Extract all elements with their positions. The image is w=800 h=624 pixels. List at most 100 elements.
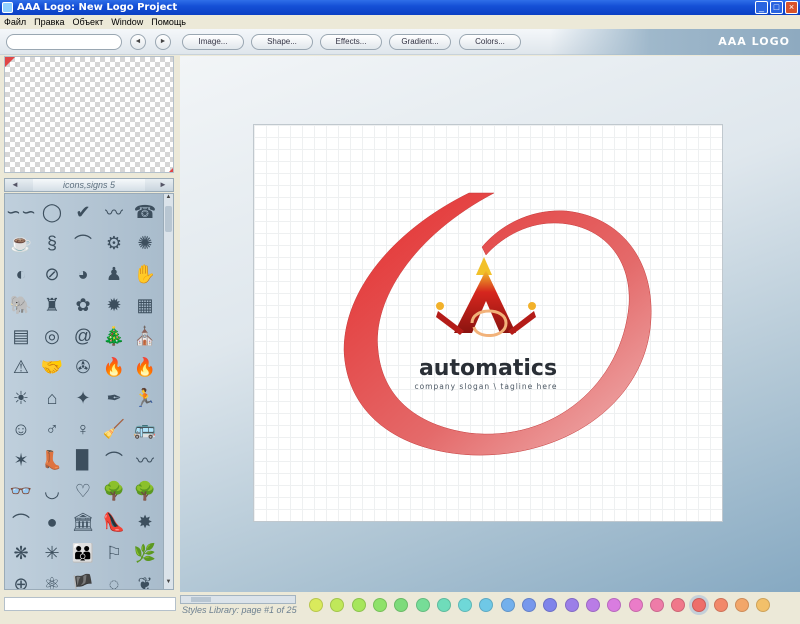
color-swatch[interactable] [479, 598, 494, 612]
menu-window[interactable]: Window [111, 17, 143, 27]
color-swatch[interactable] [628, 598, 643, 612]
color-swatch[interactable] [500, 598, 515, 612]
styles-scrollbar[interactable] [180, 595, 296, 604]
menu-object[interactable]: Объект [73, 17, 104, 27]
library-icon[interactable]: 🌿 [129, 537, 161, 569]
scroll-up-icon[interactable]: ▲ [164, 194, 173, 204]
library-icon[interactable]: ✔ [67, 196, 99, 228]
effects-button[interactable]: Effects... [320, 34, 382, 50]
library-icon[interactable]: ✸ [129, 506, 161, 538]
gradient-button[interactable]: Gradient... [389, 34, 451, 50]
library-icon[interactable]: 🏛 [67, 506, 99, 538]
library-icon[interactable]: ☀ [5, 382, 37, 414]
library-icon[interactable]: ◎ [36, 320, 68, 352]
color-swatch[interactable] [735, 598, 749, 612]
library-icon[interactable]: ❋ [5, 537, 37, 569]
library-icon[interactable]: 👓 [5, 475, 37, 507]
color-swatch[interactable] [309, 598, 323, 612]
color-swatch[interactable] [372, 598, 387, 612]
color-swatch[interactable] [564, 598, 579, 612]
library-icon[interactable]: 🔥 [98, 351, 130, 383]
minimize-button[interactable]: _ [755, 1, 768, 14]
library-icon[interactable]: 🏴 [67, 568, 99, 590]
library-icon[interactable]: ✳ [36, 537, 68, 569]
library-search-input[interactable] [6, 34, 122, 50]
library-icon[interactable]: 👪 [67, 537, 99, 569]
library-icon[interactable]: ⌂ [36, 382, 68, 414]
library-icon[interactable]: ▤ [5, 320, 37, 352]
image-button[interactable]: Image... [182, 34, 244, 50]
shape-button[interactable]: Shape... [251, 34, 313, 50]
library-icon[interactable]: 🐘 [5, 289, 37, 321]
color-swatch[interactable] [436, 598, 451, 612]
library-icon[interactable]: ♡ [67, 475, 99, 507]
library-icon[interactable]: ⚠ [5, 351, 37, 383]
library-icon[interactable]: ✇ [67, 351, 99, 383]
library-icon[interactable]: 🌳 [98, 475, 130, 507]
library-icon[interactable]: ✹ [98, 289, 130, 321]
library-icon[interactable]: ❦ [129, 568, 161, 590]
library-icon[interactable]: ⛪ [129, 320, 161, 352]
library-icon[interactable]: @ [67, 320, 99, 352]
library-icon[interactable]: 👠 [98, 506, 130, 538]
library-icon[interactable]: 🎄 [98, 320, 130, 352]
library-icon[interactable]: ◐ [5, 258, 37, 290]
library-icon[interactable]: ☕ [5, 227, 37, 259]
color-swatch[interactable] [458, 598, 473, 612]
color-swatch[interactable] [649, 598, 664, 612]
color-swatch[interactable] [671, 598, 686, 612]
library-icon[interactable]: ✿ [67, 289, 99, 321]
color-swatch[interactable] [330, 598, 345, 612]
bottom-input-field[interactable] [4, 597, 176, 611]
prev-button[interactable]: ◄ [130, 34, 146, 50]
logo-artwork[interactable]: automatics company slogan \ tagline here [254, 125, 724, 523]
library-icon[interactable]: § [36, 227, 68, 259]
scroll-down-icon[interactable]: ▼ [164, 579, 173, 589]
library-icon[interactable]: ✺ [129, 227, 161, 259]
library-icon[interactable]: ⊘ [36, 258, 68, 290]
library-icon[interactable]: ⌒ [5, 506, 37, 538]
color-swatch[interactable] [351, 598, 366, 612]
logo-canvas[interactable]: automatics company slogan \ tagline here [253, 124, 723, 522]
color-swatch[interactable] [756, 598, 771, 612]
library-next-button[interactable]: ► [153, 179, 173, 191]
library-icon[interactable]: 🔥 [129, 351, 161, 383]
library-icon[interactable]: ◯ [36, 196, 68, 228]
library-icon[interactable]: ● [36, 506, 68, 538]
library-icon[interactable]: ✦ [67, 382, 99, 414]
library-icon[interactable]: ▉ [67, 444, 99, 476]
library-icon[interactable]: ⚛ [36, 568, 68, 590]
color-swatch[interactable] [522, 598, 536, 612]
color-swatch[interactable] [713, 598, 728, 612]
menu-edit[interactable]: Правка [34, 17, 64, 27]
color-swatch[interactable] [415, 598, 430, 612]
library-icon[interactable]: ⊕ [5, 568, 37, 590]
library-icon[interactable]: ⌒ [67, 227, 99, 259]
preview-resize-handle[interactable] [169, 168, 173, 172]
library-prev-button[interactable]: ◄ [5, 179, 25, 191]
color-swatch[interactable] [543, 598, 558, 612]
close-button[interactable]: × [785, 1, 798, 14]
color-swatch[interactable] [394, 598, 409, 612]
library-icon[interactable]: 🏃 [129, 382, 161, 414]
library-icon[interactable]: ◡ [36, 475, 68, 507]
library-icon[interactable]: ☺ [5, 413, 37, 445]
color-swatch[interactable] [585, 598, 600, 612]
styles-scrollbar-thumb[interactable] [191, 597, 211, 602]
library-icon[interactable]: 🤝 [36, 351, 68, 383]
library-icon[interactable]: ∽∽ [5, 196, 37, 228]
colors-button[interactable]: Colors... [459, 34, 521, 50]
library-icon[interactable]: 🧹 [98, 413, 130, 445]
maximize-button[interactable]: □ [770, 1, 783, 14]
library-icon[interactable]: ☎ [129, 196, 161, 228]
library-icon[interactable]: ♜ [36, 289, 68, 321]
library-icon[interactable]: 〰 [98, 196, 130, 228]
scrollbar-thumb[interactable] [165, 206, 172, 232]
menu-file[interactable]: Файл [4, 17, 26, 27]
library-icon[interactable]: ▦ [129, 289, 161, 321]
color-swatch[interactable] [692, 598, 707, 612]
library-icon[interactable]: ✶ [5, 444, 37, 476]
library-icon[interactable]: 〰 [129, 444, 161, 476]
color-swatch[interactable] [607, 598, 622, 612]
library-icon[interactable]: ⌒ [98, 444, 130, 476]
